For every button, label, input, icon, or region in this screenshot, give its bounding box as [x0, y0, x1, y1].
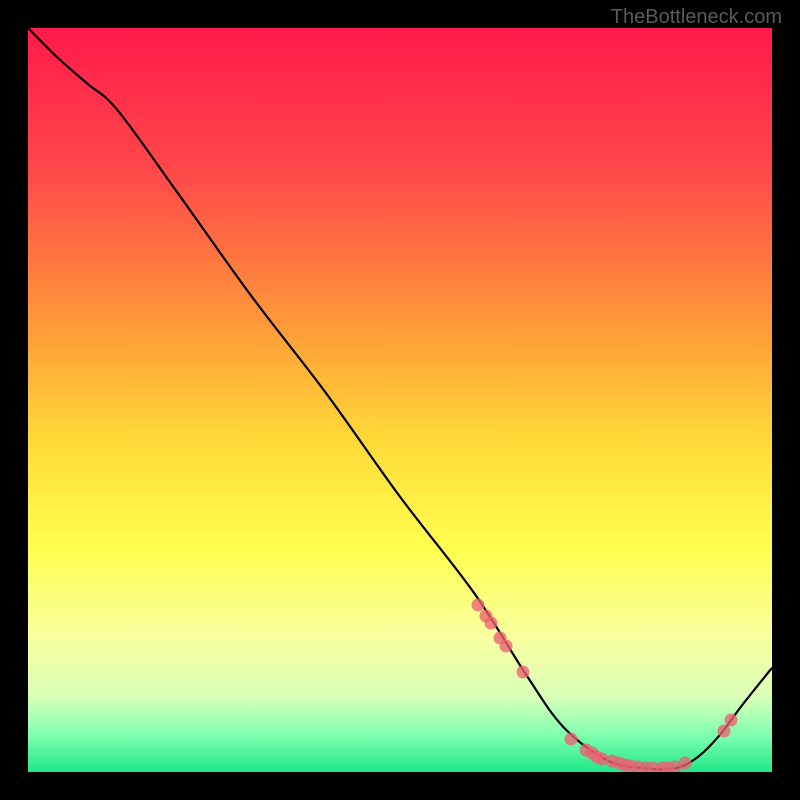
chart-markers-layer [28, 28, 772, 772]
chart-marker [717, 725, 730, 738]
chart-plot-area [28, 28, 772, 772]
chart-marker [484, 617, 497, 630]
chart-marker [516, 665, 529, 678]
chart-marker [725, 713, 738, 726]
chart-marker [678, 757, 691, 770]
chart-marker [499, 639, 512, 652]
watermark-text: TheBottleneck.com [611, 6, 782, 29]
chart-marker [565, 732, 578, 745]
